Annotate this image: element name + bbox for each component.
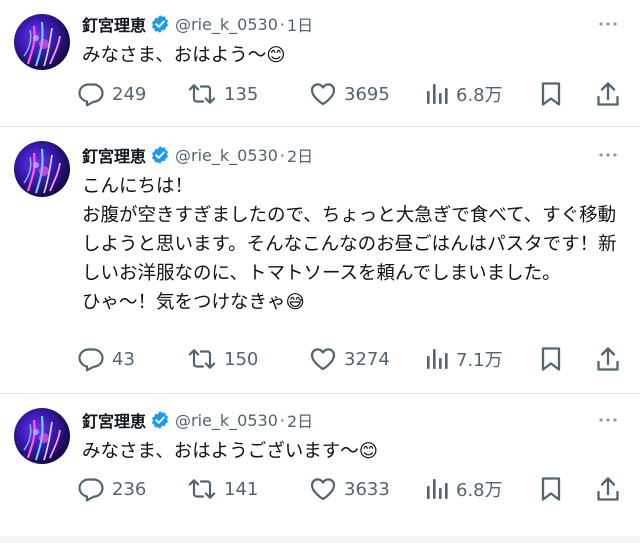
bookmark-button[interactable] [540, 344, 562, 374]
like-button[interactable]: 3695 [310, 79, 390, 109]
retweet-count: 141 [224, 478, 259, 500]
author-name[interactable]: 釘宮理恵 [82, 408, 146, 432]
retweet-icon [188, 476, 216, 502]
author-name[interactable]: 釘宮理恵 [82, 12, 146, 36]
views-icon [426, 477, 448, 501]
like-count: 3633 [344, 478, 390, 500]
separator-dot: · [279, 410, 285, 430]
verified-badge-icon [150, 14, 170, 34]
retweet-icon [188, 81, 216, 107]
retweet-button[interactable]: 150 [188, 344, 258, 374]
views-button[interactable]: 6.8万 [426, 79, 503, 109]
share-button[interactable] [596, 474, 620, 504]
tweet[interactable]: 釘宮理恵 @rie_k_0530 · 2日 みなさま、おはようございます〜😊 2… [0, 394, 640, 536]
timestamp[interactable]: 1日 [287, 12, 313, 36]
avatar[interactable] [14, 14, 70, 70]
author-handle[interactable]: @rie_k_0530 [175, 411, 278, 430]
reply-button[interactable]: 43 [78, 344, 135, 374]
share-icon [596, 346, 620, 372]
timestamp[interactable]: 2日 [287, 143, 313, 167]
reply-count: 43 [112, 348, 135, 370]
like-count: 3274 [344, 348, 390, 370]
view-count: 6.8万 [456, 480, 503, 501]
retweet-button[interactable]: 135 [188, 79, 258, 109]
views-button[interactable]: 6.8万 [426, 474, 503, 504]
like-button[interactable]: 3274 [310, 344, 390, 374]
reply-icon [78, 81, 104, 107]
verified-badge-icon [150, 410, 170, 430]
bookmark-icon [540, 346, 562, 372]
more-icon[interactable] [598, 145, 618, 165]
like-count: 3695 [344, 83, 390, 105]
more-icon[interactable] [598, 14, 618, 34]
like-icon [310, 82, 336, 106]
reply-button[interactable]: 236 [78, 474, 146, 504]
tweet-actions: 43 150 3274 7.1万 [78, 344, 628, 374]
retweet-icon [188, 346, 216, 372]
timeline-divider [0, 536, 640, 543]
separator-dot: · [279, 145, 285, 165]
avatar[interactable] [14, 141, 70, 197]
tweet-actions: 249 135 3695 6.8万 [78, 79, 628, 109]
timestamp[interactable]: 2日 [287, 408, 313, 432]
bookmark-icon [540, 476, 562, 502]
reply-icon [78, 346, 104, 372]
retweet-count: 135 [224, 83, 259, 105]
retweet-button[interactable]: 141 [188, 474, 258, 504]
reply-button[interactable]: 249 [78, 79, 146, 109]
share-button[interactable] [596, 344, 620, 374]
tweet[interactable]: 釘宮理恵 @rie_k_0530 · 2日 こんにちは！ お腹が空きすぎましたの… [0, 127, 640, 394]
tweet[interactable]: 釘宮理恵 @rie_k_0530 · 1日 みなさま、おはよう〜😊 249 13… [0, 0, 640, 127]
bookmark-button[interactable] [540, 474, 562, 504]
avatar[interactable] [14, 408, 70, 464]
author-handle[interactable]: @rie_k_0530 [175, 15, 278, 34]
verified-badge-icon [150, 145, 170, 165]
bookmark-button[interactable] [540, 79, 562, 109]
view-count: 6.8万 [456, 85, 503, 106]
tweet-actions: 236 141 3633 6.8万 [78, 474, 628, 504]
tweet-text: みなさま、おはよう〜😊 [82, 45, 286, 66]
separator-dot: · [279, 14, 285, 34]
tweet-text: こんにちは！ お腹が空きすぎましたので、ちょっと大急ぎで食べて、すぐ移動しようと… [82, 176, 617, 313]
views-button[interactable]: 7.1万 [426, 344, 503, 374]
reply-count: 236 [112, 478, 147, 500]
author-name[interactable]: 釘宮理恵 [82, 143, 146, 167]
share-icon [596, 476, 620, 502]
tweet-text: みなさま、おはようございます〜😊 [82, 441, 379, 462]
like-icon [310, 477, 336, 501]
reply-icon [78, 476, 104, 502]
more-icon[interactable] [598, 410, 618, 430]
author-handle[interactable]: @rie_k_0530 [175, 146, 278, 165]
retweet-count: 150 [224, 348, 259, 370]
share-button[interactable] [596, 79, 620, 109]
like-button[interactable]: 3633 [310, 474, 390, 504]
views-icon [426, 82, 448, 106]
reply-count: 249 [112, 83, 147, 105]
share-icon [596, 81, 620, 107]
view-count: 7.1万 [456, 350, 503, 371]
like-icon [310, 347, 336, 371]
bookmark-icon [540, 81, 562, 107]
views-icon [426, 347, 448, 371]
